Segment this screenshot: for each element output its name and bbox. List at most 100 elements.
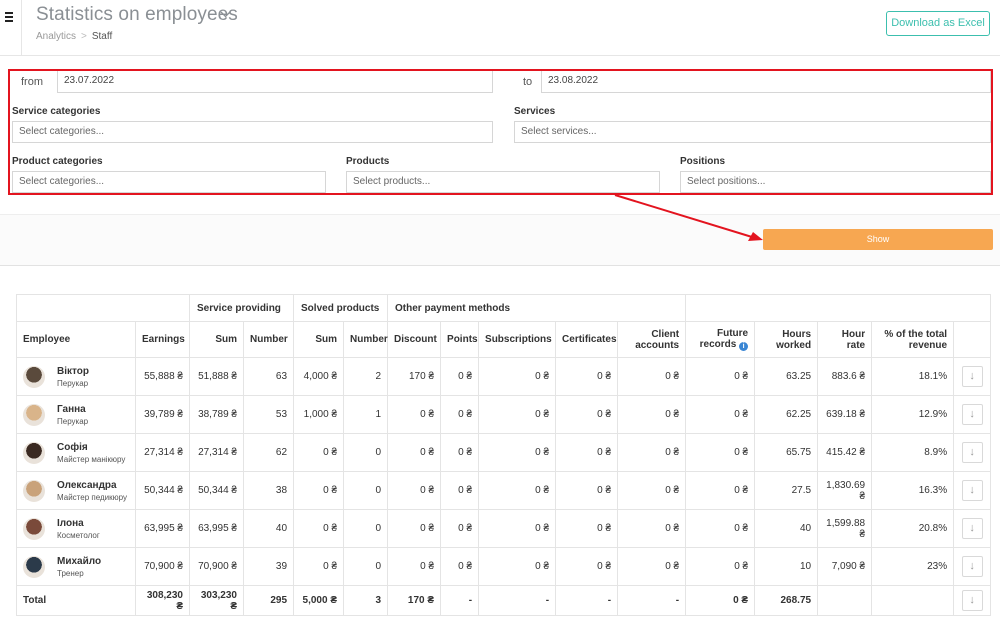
cell-points: 0 ₴ <box>440 471 480 510</box>
cell-earnings: 27,314 ₴ <box>135 433 190 472</box>
cell-hour-rate: 883.6 ₴ <box>817 357 873 396</box>
cell-certificates: 0 ₴ <box>555 509 619 548</box>
cell-products-sum: 0 ₴ <box>293 547 345 586</box>
avatar <box>23 479 45 502</box>
total-earnings: 308,230 ₴ <box>135 585 190 616</box>
cell-discount: 0 ₴ <box>387 433 442 472</box>
download-cell: ↓ <box>953 433 992 472</box>
download-icon[interactable]: ↓ <box>961 480 983 501</box>
cell-hours-worked: 27.5 <box>754 471 819 510</box>
cell-products-number: 0 <box>343 471 389 510</box>
employee-position: Перукар <box>57 416 89 426</box>
chevron-down-icon[interactable] <box>220 10 231 21</box>
cell-client-accounts: 0 ₴ <box>617 395 687 434</box>
cell-pct-revenue: 18.1% <box>871 357 955 396</box>
cell-pct-revenue: 20.8% <box>871 509 955 548</box>
cell-products-number: 1 <box>343 395 389 434</box>
cell-future-records: 0 ₴ <box>685 509 756 548</box>
col-service-sum: Sum <box>189 321 244 358</box>
col-hour-rate: Hour rate <box>817 321 873 358</box>
page-header: Statistics on employees Analytics > Staff … <box>0 0 1000 56</box>
download-cell: ↓ <box>953 547 992 586</box>
cell-earnings: 63,995 ₴ <box>135 509 190 548</box>
download-icon[interactable]: ↓ <box>961 404 983 425</box>
table-row: Ганна Перукар 39,789 ₴ 38,789 ₴ 53 1,000 ₴ 1 0 … <box>16 395 992 434</box>
product-categories-select[interactable]: Select categories... <box>12 171 326 193</box>
total-label: Total <box>16 585 136 616</box>
services-select[interactable]: Select services... <box>514 121 991 143</box>
to-label: to <box>523 76 533 88</box>
total-row: Total 308,230 ₴ 303,230 ₴ 295 5,000 ₴ 3 … <box>16 585 992 616</box>
download-icon[interactable]: ↓ <box>961 442 983 463</box>
menu-icon[interactable] <box>5 12 15 22</box>
download-icon[interactable]: ↓ <box>961 366 983 387</box>
cell-subscriptions: 0 ₴ <box>478 433 557 472</box>
cell-hours-worked: 10 <box>754 547 819 586</box>
download-icon[interactable]: ↓ <box>961 556 983 577</box>
cell-future-records: 0 ₴ <box>685 547 756 586</box>
products-label: Products <box>346 156 390 167</box>
cell-products-number: 0 <box>343 509 389 548</box>
table-row: Михайло Тренер 70,900 ₴ 70,900 ₴ 39 0 ₴ 0 0 ₴ 0 … <box>16 547 992 586</box>
col-service-number: Number <box>242 321 295 358</box>
employee-name[interactable]: Софія <box>57 442 125 453</box>
employee-cell: Софія Майстер манікюру <box>16 433 136 472</box>
from-label: from <box>21 76 43 88</box>
info-icon[interactable]: i <box>739 342 749 351</box>
filters-panel: from 23.07.2022 to 23.08.2022 Service ca… <box>8 69 993 195</box>
download-cell: ↓ <box>953 357 992 396</box>
cell-hours-worked: 63.25 <box>754 357 819 396</box>
download-excel-button[interactable]: Download as Excel <box>886 11 990 36</box>
product-categories-placeholder: Select categories... <box>19 176 105 187</box>
to-date-input[interactable]: 23.08.2022 <box>541 71 991 93</box>
positions-label: Positions <box>680 156 726 167</box>
products-select[interactable]: Select products... <box>346 171 660 193</box>
cell-points: 0 ₴ <box>440 395 480 434</box>
employee-name[interactable]: Ілона <box>57 518 100 529</box>
total-certificates: - <box>555 585 619 616</box>
col-actions <box>953 321 992 358</box>
total-subscriptions: - <box>478 585 557 616</box>
employee-name[interactable]: Михайло <box>57 556 101 567</box>
cell-products-number: 0 <box>343 547 389 586</box>
from-date-input[interactable]: 23.07.2022 <box>57 71 493 93</box>
breadcrumb-analytics[interactable]: Analytics <box>36 31 76 42</box>
cell-client-accounts: 0 ₴ <box>617 547 687 586</box>
employee-position: Косметолог <box>57 530 100 540</box>
col-client-accounts: Client accounts <box>617 321 687 358</box>
cell-future-records: 0 ₴ <box>685 433 756 472</box>
cell-hour-rate: 7,090 ₴ <box>817 547 873 586</box>
total-points: - <box>440 585 480 616</box>
employee-position: Перукар <box>57 378 89 388</box>
employee-name[interactable]: Олександра <box>57 480 127 491</box>
cell-pct-revenue: 8.9% <box>871 433 955 472</box>
cell-pct-revenue: 12.9% <box>871 395 955 434</box>
col-employee: Employee <box>16 321 136 358</box>
cell-future-records: 0 ₴ <box>685 471 756 510</box>
col-discount: Discount <box>387 321 442 358</box>
group-header-solved: Solved products <box>293 294 389 322</box>
cell-discount: 0 ₴ <box>387 547 442 586</box>
service-categories-placeholder: Select categories... <box>19 126 105 137</box>
employee-name[interactable]: Віктор <box>57 366 89 377</box>
service-categories-select[interactable]: Select categories... <box>12 121 493 143</box>
positions-select[interactable]: Select positions... <box>680 171 991 193</box>
table-body: Віктор Перукар 55,888 ₴ 51,888 ₴ 63 4,000 ₴ 2 1… <box>16 357 992 586</box>
show-button[interactable]: Show <box>763 229 993 250</box>
page-title[interactable]: Statistics on employees <box>36 4 238 26</box>
avatar <box>23 441 45 464</box>
total-hour-rate <box>817 585 873 616</box>
cell-discount: 0 ₴ <box>387 395 442 434</box>
employee-cell: Михайло Тренер <box>16 547 136 586</box>
cell-certificates: 0 ₴ <box>555 395 619 434</box>
cell-certificates: 0 ₴ <box>555 357 619 396</box>
download-icon[interactable]: ↓ <box>961 590 983 611</box>
cell-products-number: 0 <box>343 433 389 472</box>
cell-products-sum: 0 ₴ <box>293 471 345 510</box>
col-hours-worked: Hours worked <box>754 321 819 358</box>
download-icon[interactable]: ↓ <box>961 518 983 539</box>
cell-service-number: 40 <box>242 509 295 548</box>
download-cell: ↓ <box>953 509 992 548</box>
cell-products-sum: 0 ₴ <box>293 509 345 548</box>
employee-name[interactable]: Ганна <box>57 404 88 415</box>
